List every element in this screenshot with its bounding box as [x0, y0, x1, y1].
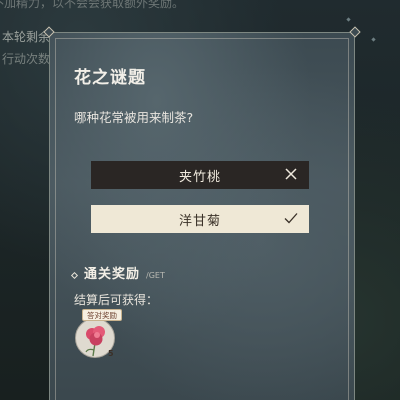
settlement-text: 结算后可获得： — [74, 293, 159, 307]
action-count-label: 行动次数 — [2, 52, 51, 66]
reward-subtitle: /GET — [146, 271, 165, 280]
option-label: 夹竹桃 — [178, 169, 221, 185]
puzzle-question: 哪种花常被用来制茶? — [74, 110, 194, 125]
option-oleander[interactable]: 夹竹桃 — [91, 161, 309, 189]
correct-answer-reward-tag: 答对奖励 — [82, 309, 122, 321]
item-count: 5 — [108, 349, 114, 358]
decor-dot — [371, 37, 376, 42]
decor-dot — [346, 17, 351, 22]
reward-item[interactable]: 5 — [75, 318, 115, 358]
puzzle-title: 花之谜题 — [74, 68, 146, 88]
x-icon — [285, 168, 297, 180]
check-icon — [284, 213, 298, 224]
flower-puzzle-panel: 花之谜题 哪种花常被用来制茶? 夹竹桃 洋甘菊 通关奖励 /GET 结算后可获得… — [43, 26, 361, 400]
option-label: 洋甘菊 — [178, 213, 221, 229]
reward-header: 通关奖励 /GET — [68, 263, 165, 282]
background-hint-text: 不加精力，以不会会获取额外奖励。 — [0, 0, 185, 10]
option-chamomile[interactable]: 洋甘菊 — [91, 205, 309, 233]
reward-title: 通关奖励 — [84, 267, 141, 282]
diamond-bullet-icon — [70, 271, 79, 280]
